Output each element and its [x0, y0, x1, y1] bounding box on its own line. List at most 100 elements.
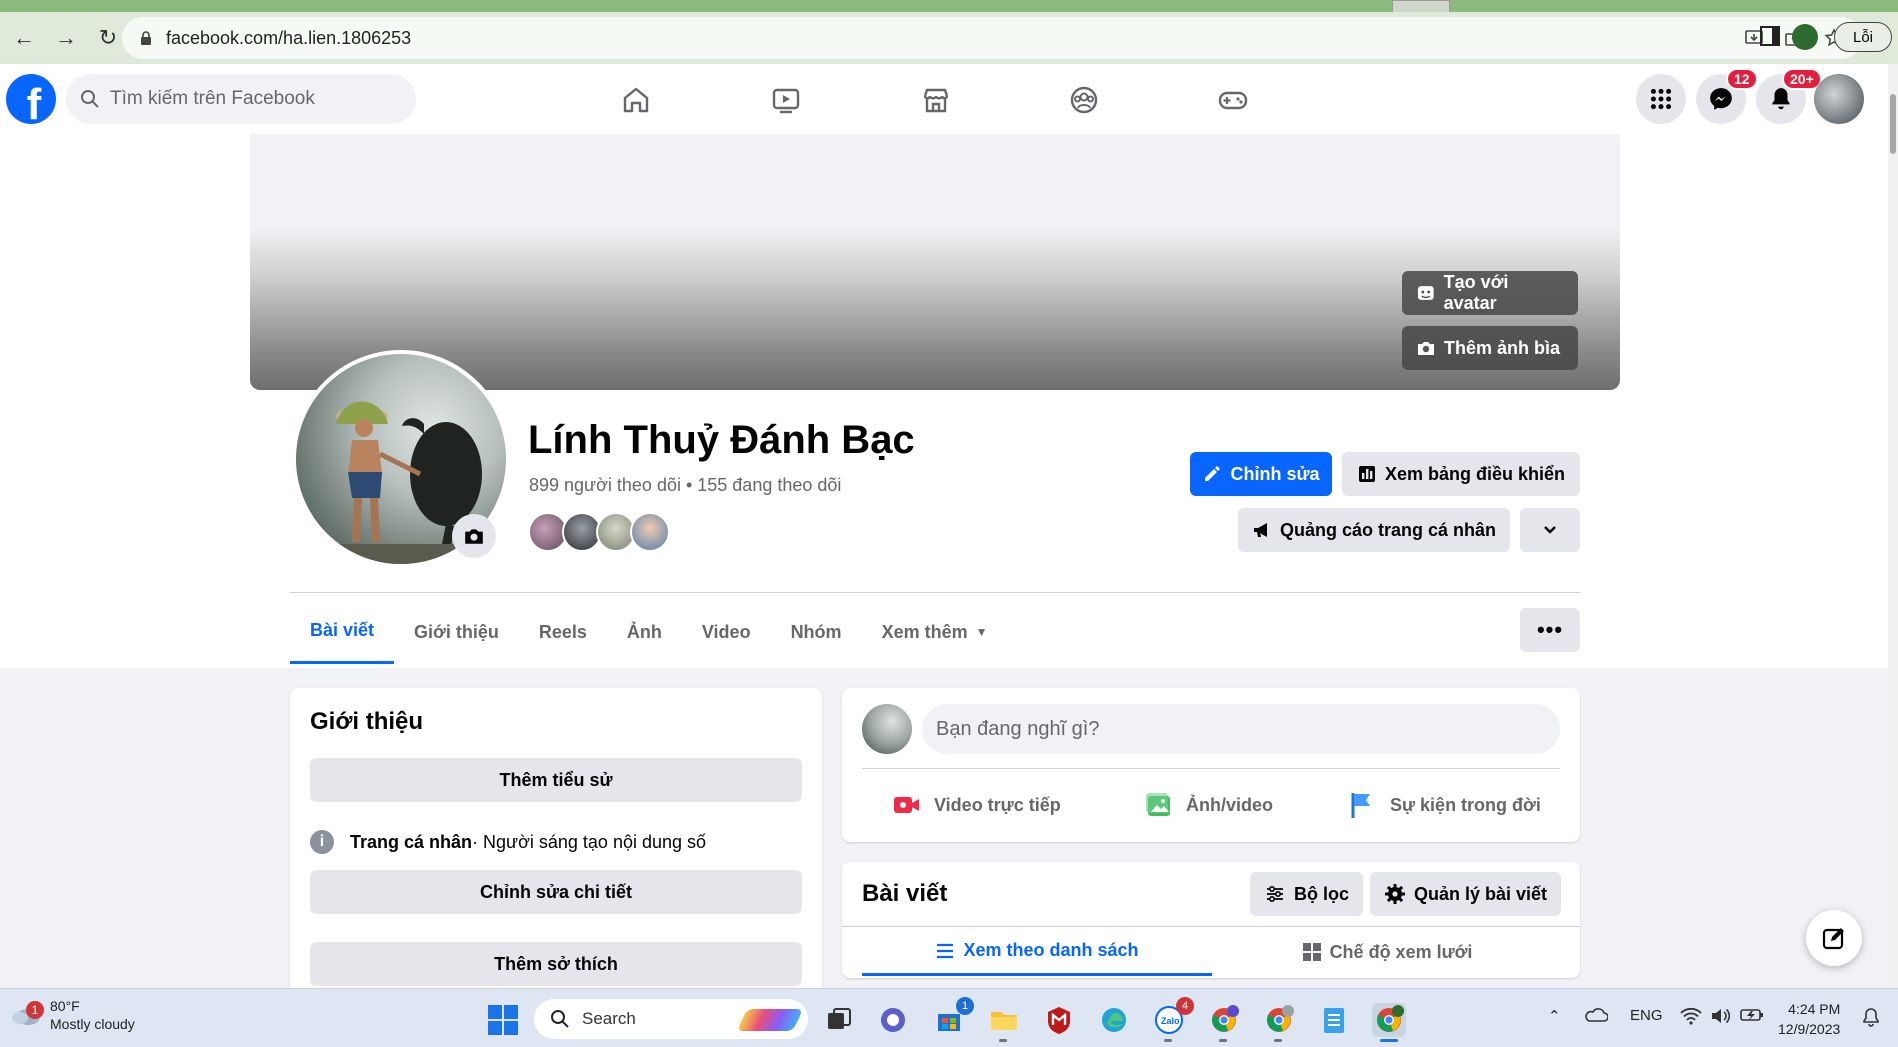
notification-bell-icon[interactable]	[1862, 1007, 1880, 1031]
page-type-label: Trang cá nhân	[350, 831, 473, 852]
address-bar[interactable]: facebook.com/ha.lien.1806253	[122, 17, 1862, 59]
edge-icon[interactable]	[1097, 1003, 1131, 1037]
tabs-more-options-button[interactable]: •••	[1520, 608, 1580, 652]
running-indicator	[1274, 1039, 1282, 1042]
messenger-badge: 12	[1726, 68, 1758, 90]
task-view-icon[interactable]	[822, 1003, 856, 1037]
account-avatar[interactable]	[1814, 74, 1864, 124]
onedrive-icon[interactable]	[1584, 1007, 1609, 1027]
running-indicator	[999, 1039, 1007, 1042]
add-cover-photo-button[interactable]: Thêm ảnh bìa	[1402, 326, 1578, 370]
side-panel-icon[interactable]	[1760, 26, 1780, 46]
tab-more[interactable]: Xem thêm ▼	[862, 600, 1008, 664]
view-dashboard-button[interactable]: Xem bảng điều khiển	[1342, 452, 1580, 496]
edit-profile-button[interactable]: Chỉnh sửa	[1190, 452, 1332, 496]
composer-avatar[interactable]	[862, 704, 912, 754]
running-indicator	[1219, 1039, 1227, 1042]
change-avatar-button[interactable]	[452, 514, 496, 558]
gear-icon	[1385, 884, 1405, 904]
profile-error-chip[interactable]: Lỗi	[1834, 22, 1892, 52]
new-message-button[interactable]	[1806, 910, 1862, 966]
grid-view-tab[interactable]: Chế độ xem lưới	[1212, 928, 1562, 976]
windows-start-icon[interactable]	[488, 1005, 518, 1035]
marketplace-icon[interactable]	[920, 84, 952, 121]
life-event-button[interactable]: Sự kiện trong đời	[1348, 780, 1541, 830]
manage-posts-button[interactable]: Quản lý bài viết	[1370, 872, 1562, 916]
add-cover-photo-label: Thêm ảnh bìa	[1444, 337, 1561, 358]
photo-icon	[1146, 793, 1170, 816]
url-text: facebook.com/ha.lien.1806253	[166, 27, 412, 48]
search-box[interactable]: Tìm kiếm trên Facebook	[66, 74, 416, 124]
edit-details-button[interactable]: Chỉnh sửa chi tiết	[310, 870, 802, 914]
live-video-button[interactable]: Video trực tiếp	[892, 780, 1061, 830]
chevron-down-icon	[1544, 526, 1556, 534]
wifi-icon[interactable]	[1680, 1007, 1702, 1029]
tab-videos[interactable]: Video	[682, 600, 771, 664]
microsoft-store-icon[interactable]: 1	[932, 997, 974, 1037]
notepad-icon[interactable]	[1317, 1003, 1351, 1037]
home-icon[interactable]	[620, 84, 652, 121]
create-with-avatar-label: Tạo với avatar	[1443, 272, 1509, 313]
chrome-profile-avatar[interactable]	[1792, 24, 1818, 50]
notifications-button[interactable]: 20+	[1756, 68, 1822, 124]
teams-chat-icon[interactable]	[876, 1003, 910, 1037]
scrollbar-thumb[interactable]	[1890, 94, 1896, 154]
taskbar-search[interactable]: Search	[534, 999, 808, 1039]
view-dashboard-label: Xem bảng điều khiển	[1384, 463, 1566, 484]
tab-more-label: Xem thêm	[881, 621, 968, 642]
forward-icon[interactable]: →	[48, 20, 84, 56]
clock-date: 12/9/2023	[1778, 1021, 1841, 1037]
tab-posts[interactable]: Bài viết	[290, 600, 395, 664]
mcafee-icon[interactable]	[1042, 1003, 1076, 1037]
tray-overflow-icon[interactable]: ⌃	[1548, 1007, 1561, 1025]
messenger-button[interactable]: 12	[1696, 68, 1758, 124]
add-bio-button[interactable]: Thêm tiểu sử	[310, 758, 802, 802]
tab-groups[interactable]: Nhóm	[771, 600, 862, 664]
language-indicator[interactable]: ENG	[1630, 1007, 1663, 1024]
filter-button[interactable]: Bộ lọc	[1250, 872, 1364, 916]
temperature: 80°F	[50, 998, 80, 1014]
page-scrollbar[interactable]	[1888, 64, 1898, 988]
page-type-value: · Người sáng tạo nội dung số	[472, 831, 707, 852]
chrome-profile-icon[interactable]	[1262, 1003, 1296, 1037]
composer-divider	[862, 768, 1560, 769]
add-hobbies-button[interactable]: Thêm sở thích	[310, 942, 802, 986]
reload-icon[interactable]: ↻	[90, 20, 126, 56]
follower-avatar[interactable]	[630, 512, 670, 552]
create-with-avatar-button[interactable]: Tạo với avatar	[1402, 271, 1578, 315]
menu-button[interactable]	[1636, 74, 1686, 124]
list-view-tab[interactable]: Xem theo danh sách	[862, 928, 1212, 976]
post-composer: Bạn đang nghĩ gì? Video trực tiếp Ảnh/vi…	[842, 688, 1580, 842]
compose-icon	[1822, 928, 1844, 950]
apps-grid-icon	[1650, 88, 1672, 110]
video-icon[interactable]	[770, 84, 802, 121]
battery-icon[interactable]	[1740, 1007, 1764, 1027]
taskbar-search-label: Search	[582, 1009, 636, 1028]
tab-about[interactable]: Giới thiệu	[394, 600, 519, 664]
profile-more-dropdown[interactable]	[1520, 508, 1580, 552]
filter-label: Bộ lọc	[1294, 883, 1350, 904]
photo-video-button[interactable]: Ảnh/video	[1144, 780, 1273, 830]
weather-widget[interactable]: 1 80°F Mostly cloudy	[10, 997, 135, 1033]
back-icon[interactable]: ←	[6, 20, 42, 56]
tab-photos[interactable]: Ảnh	[607, 600, 682, 664]
composer-input[interactable]: Bạn đang nghĩ gì?	[922, 704, 1560, 754]
follower-stats[interactable]: 899 người theo dõi • 155 đang theo dõi	[529, 475, 841, 496]
zalo-icon[interactable]: Zalo 4	[1152, 997, 1194, 1037]
volume-icon[interactable]	[1710, 1007, 1732, 1029]
system-clock[interactable]: 4:24 PM 12/9/2023	[1778, 999, 1840, 1039]
gaming-icon[interactable]	[1217, 84, 1249, 121]
grid-view-label: Chế độ xem lưới	[1329, 941, 1473, 962]
facebook-logo[interactable]: f	[6, 74, 56, 124]
file-explorer-icon[interactable]	[987, 1003, 1021, 1037]
tab-reels[interactable]: Reels	[519, 600, 607, 664]
clock-time: 4:24 PM	[1788, 1001, 1841, 1017]
chrome-profile-an-icon[interactable]	[1207, 1003, 1241, 1037]
profile-tabs: Bài viết Giới thiệu Reels Ảnh Video Nhóm…	[290, 600, 1007, 668]
chrome-active-icon[interactable]	[1372, 1003, 1406, 1037]
camera-icon	[465, 529, 483, 544]
groups-icon[interactable]	[1068, 84, 1100, 121]
promote-profile-button[interactable]: Quảng cáo trang cá nhân	[1238, 508, 1510, 552]
photo-video-label: Ảnh/video	[1186, 794, 1274, 815]
facebook-header: f Tìm kiếm trên Facebook 12 20+	[0, 64, 1888, 134]
